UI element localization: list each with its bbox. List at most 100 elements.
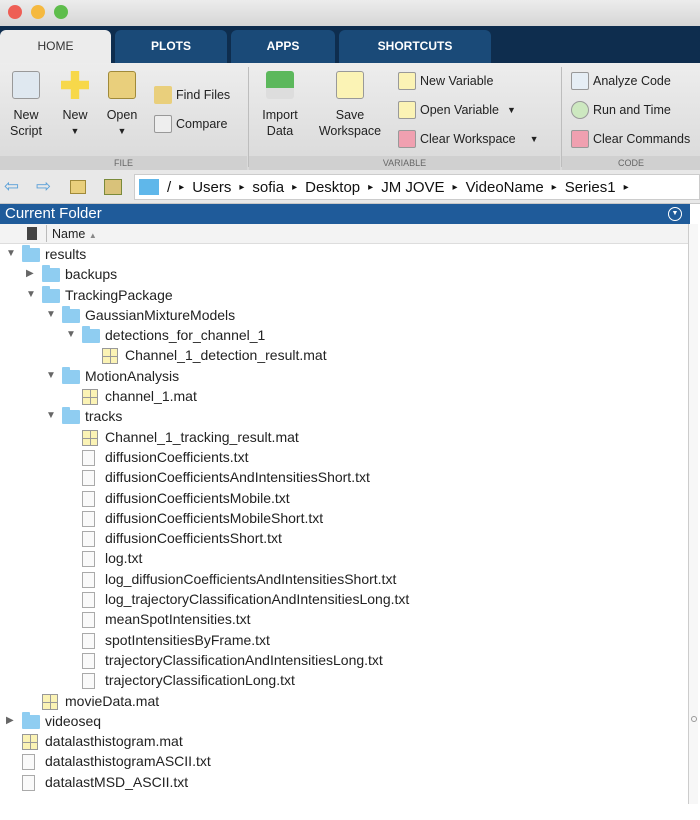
breadcrumb-item[interactable]: sofia — [252, 179, 284, 196]
text-file-icon — [82, 551, 95, 568]
breadcrumb-separator-icon[interactable]: ▸ — [179, 182, 184, 193]
address-bar: ⇦ ⇨ / ▸ Users ▸ sofia ▸ Desktop ▸ JM JOVE ▸ VideoN… — [0, 170, 700, 204]
dropdown-arrow-icon[interactable]: ▼ — [530, 134, 539, 144]
find-files-button[interactable]: Find Files — [154, 85, 230, 105]
file-item[interactable]: log_diffusionCoefficientsAndIntensitiesS… — [0, 570, 688, 590]
text-file-icon — [82, 673, 95, 690]
expand-arrow-closed-icon[interactable]: ▶ — [6, 715, 14, 726]
folder-item[interactable]: ▼ tracks — [0, 407, 688, 427]
name-column-header[interactable]: Name ▲ — [52, 227, 97, 241]
folder-item[interactable]: ▼ detections_for_channel_1 — [0, 326, 688, 346]
item-name: videoseq — [45, 712, 102, 729]
breadcrumb-item[interactable]: Series1 — [565, 179, 616, 196]
file-item[interactable]: trajectoryClassificationAndIntensitiesLo… — [0, 651, 688, 671]
breadcrumb-separator-icon[interactable]: ▸ — [552, 182, 557, 193]
file-item[interactable]: datalastMSD_ASCII.txt — [0, 773, 688, 793]
file-item[interactable]: Channel_1_tracking_result.mat — [0, 428, 688, 448]
tab-home[interactable]: HOME — [0, 30, 111, 63]
run-and-time-button[interactable]: Run and Time — [571, 100, 671, 120]
file-item[interactable]: diffusionCoefficientsMobile.txt — [0, 489, 688, 509]
expand-arrow-closed-icon[interactable]: ▶ — [26, 268, 34, 279]
section-code: CODE — [562, 156, 700, 170]
new-variable-button[interactable]: New Variable — [398, 71, 493, 91]
breadcrumb-separator-icon[interactable]: ▸ — [453, 182, 458, 193]
breadcrumb-item[interactable]: JM JOVE — [381, 179, 444, 196]
item-name: log.txt — [105, 550, 143, 567]
breadcrumb-item[interactable]: / — [167, 179, 171, 196]
new-label: New — [62, 108, 88, 122]
file-item[interactable]: Channel_1_detection_result.mat — [0, 346, 688, 366]
new-button[interactable]: New ▼ — [56, 71, 94, 139]
mat-file-icon — [102, 348, 118, 365]
folder-item[interactable]: ▶ videoseq — [0, 711, 688, 732]
breadcrumb-item[interactable]: VideoName — [466, 179, 544, 196]
tab-shortcuts[interactable]: SHORTCUTS — [339, 30, 491, 63]
item-name: meanSpotIntensities.txt — [105, 611, 251, 628]
forward-arrow-icon[interactable]: ⇨ — [36, 176, 51, 197]
expand-arrow-open-icon[interactable]: ▼ — [46, 410, 56, 421]
expand-arrow-open-icon[interactable]: ▼ — [6, 248, 16, 259]
breadcrumb-item[interactable]: Users — [192, 179, 231, 196]
file-item[interactable]: diffusionCoefficientsShort.txt — [0, 529, 688, 549]
back-arrow-icon[interactable]: ⇦ — [4, 176, 19, 197]
dropdown-arrow-icon[interactable]: ▼ — [507, 105, 516, 115]
file-item[interactable]: diffusionCoefficientsMobileShort.txt — [0, 509, 688, 529]
file-item[interactable]: spotIntensitiesByFrame.txt — [0, 631, 688, 651]
new-script-button[interactable]: New Script — [4, 71, 48, 139]
expand-arrow-open-icon[interactable]: ▼ — [26, 289, 36, 300]
tab-apps[interactable]: APPS — [231, 30, 335, 63]
tab-plots[interactable]: PLOTS — [115, 30, 227, 63]
folder-icon — [139, 179, 159, 195]
breadcrumb-separator-icon[interactable]: ▸ — [624, 182, 629, 193]
folder-item[interactable]: ▼ MotionAnalysis — [0, 366, 688, 387]
file-type-icon — [27, 227, 37, 240]
file-item[interactable]: log.txt — [0, 549, 688, 569]
file-item[interactable]: datalasthistogram.mat — [0, 732, 688, 752]
folder-item[interactable]: ▼ results — [0, 245, 688, 265]
breadcrumb-separator-icon[interactable]: ▸ — [292, 182, 297, 193]
item-name: trajectoryClassificationLong.txt — [105, 672, 295, 689]
folder-item[interactable]: ▼ GaussianMixtureModels — [0, 305, 688, 326]
panel-menu-icon[interactable]: ▼ — [668, 207, 682, 221]
file-item[interactable]: datalasthistogramASCII.txt — [0, 752, 688, 772]
breadcrumb-separator-icon[interactable]: ▸ — [368, 182, 373, 193]
import-data-button[interactable]: Import Data — [256, 71, 304, 139]
analyze-code-button[interactable]: Analyze Code — [571, 71, 671, 91]
save-workspace-button[interactable]: Save Workspace — [312, 71, 388, 139]
file-item[interactable]: diffusionCoefficients.txt — [0, 448, 688, 468]
minimize-window-button[interactable] — [31, 5, 45, 19]
scrollbar[interactable] — [688, 224, 698, 804]
compare-button[interactable]: Compare — [154, 114, 227, 134]
scroll-handle[interactable] — [691, 716, 697, 722]
current-folder-header: Current Folder ▼ — [0, 204, 690, 224]
folder-item[interactable]: ▼ TrackingPackage — [0, 285, 688, 306]
expand-arrow-open-icon[interactable]: ▼ — [46, 309, 56, 320]
file-item[interactable]: log_trajectoryClassificationAndIntensiti… — [0, 590, 688, 610]
file-item[interactable]: diffusionCoefficientsAndIntensitiesShort… — [0, 468, 688, 488]
file-item[interactable]: trajectoryClassificationLong.txt — [0, 671, 688, 691]
clear-workspace-button[interactable]: Clear Workspace ▼ — [398, 129, 539, 149]
zoom-window-button[interactable] — [54, 5, 68, 19]
breadcrumb-item[interactable]: Desktop — [305, 179, 360, 196]
item-name: movieData.mat — [65, 692, 160, 709]
clear-commands-button[interactable]: Clear Commands — [571, 129, 690, 149]
item-name: MotionAnalysis — [85, 367, 180, 384]
open-variable-button[interactable]: Open Variable ▼ — [398, 100, 516, 120]
expand-arrow-open-icon[interactable]: ▼ — [66, 329, 76, 340]
browse-folder-icon[interactable] — [104, 179, 122, 195]
breadcrumb-separator-icon[interactable]: ▸ — [239, 182, 244, 193]
item-name: datalastMSD_ASCII.txt — [45, 773, 189, 790]
file-item[interactable]: channel_1.mat — [0, 387, 688, 407]
text-file-icon — [22, 774, 35, 791]
file-item[interactable]: meanSpotIntensities.txt — [0, 610, 688, 630]
close-window-button[interactable] — [8, 5, 22, 19]
text-file-icon — [82, 592, 95, 609]
up-folder-icon[interactable] — [70, 180, 86, 194]
folder-icon — [22, 711, 40, 729]
folder-item[interactable]: ▶ backups — [0, 265, 688, 285]
file-item[interactable]: movieData.mat — [0, 692, 688, 712]
open-button[interactable]: Open ▼ — [102, 71, 142, 139]
breadcrumb[interactable]: / ▸ Users ▸ sofia ▸ Desktop ▸ JM JOVE ▸ VideoName ▸… — [134, 174, 700, 200]
expand-arrow-open-icon[interactable]: ▼ — [46, 370, 56, 381]
run-and-time-icon — [571, 101, 589, 119]
